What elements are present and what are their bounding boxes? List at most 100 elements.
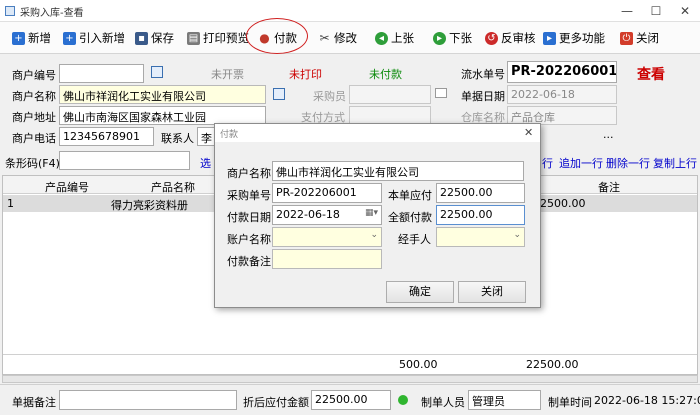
import-new-button[interactable]: + 引入新增: [63, 28, 125, 48]
total-qty: 500.00: [399, 358, 438, 371]
close-button[interactable]: ⏻ 关闭: [620, 28, 659, 48]
eraser-icon[interactable]: [435, 88, 447, 98]
cancel-button[interactable]: 关闭: [458, 281, 526, 303]
append-row-link[interactable]: 追加一行: [559, 155, 603, 171]
window-title: 采购入库-查看: [20, 8, 84, 19]
more-label: 更多功能: [559, 31, 605, 45]
horizontal-scrollbar[interactable]: [2, 375, 698, 383]
import-new-label: 引入新增: [79, 31, 125, 45]
maker-input: 管理员: [468, 390, 541, 410]
dialog-handler-select[interactable]: ⌄: [436, 227, 525, 247]
col-product-name: 产品名称: [151, 181, 195, 194]
minimize-button[interactable]: —: [616, 2, 638, 20]
address-label: 商户地址: [12, 111, 56, 124]
new-button[interactable]: + 新增: [12, 28, 51, 48]
vendor-name-input[interactable]: 佛山市祥润化工实业有限公司: [59, 85, 266, 104]
arrow-right-icon: ▸: [433, 31, 446, 45]
dialog-remark-input[interactable]: [272, 249, 382, 269]
app-icon: [5, 6, 15, 16]
chevron-down-icon: ⌄: [513, 230, 521, 240]
copy-row-link[interactable]: 复制上行: [653, 155, 697, 171]
note-label: 单据备注: [12, 396, 56, 409]
buyer-label: 采购员: [313, 90, 346, 103]
more-ellipsis[interactable]: ...: [603, 128, 614, 141]
floppy-icon: ▪: [135, 31, 148, 45]
close-window-button[interactable]: ✕: [674, 2, 696, 20]
phone-input[interactable]: 12345678901: [59, 127, 154, 146]
ok-button[interactable]: 确定: [386, 281, 454, 303]
power-icon: ⏻: [620, 31, 633, 45]
row-product-name: 得力亮彩资料册: [111, 199, 188, 212]
doc-date-label: 单据日期: [461, 90, 505, 103]
status-dot-icon: [398, 395, 408, 405]
select-link[interactable]: 选: [200, 155, 211, 171]
pay-status: 未付款: [369, 68, 402, 81]
unaudit-icon: ↺: [485, 31, 498, 45]
col-note: 备注: [598, 181, 620, 194]
dialog-po-label: 采购单号: [227, 189, 271, 202]
vendor-name-label: 商户名称: [12, 90, 56, 103]
serial-label: 流水单号: [461, 68, 505, 81]
discount-input: 22500.00: [311, 390, 391, 410]
edit-label: 修改: [334, 31, 357, 45]
maximize-button[interactable]: ☐: [645, 2, 667, 20]
dialog-handler-label: 经手人: [398, 233, 431, 246]
new-label: 新增: [28, 31, 51, 45]
dialog-title: 付款: [220, 130, 239, 140]
barcode-input[interactable]: [59, 151, 190, 170]
plus-icon: +: [63, 31, 76, 45]
title-bar: 采购入库-查看 — ☐ ✕: [0, 0, 700, 22]
buyer-select[interactable]: [349, 85, 431, 104]
save-label: 保存: [151, 31, 174, 45]
lookup-icon[interactable]: [273, 88, 285, 100]
unaudit-button[interactable]: ↺ 反审核: [485, 28, 536, 48]
prev-button[interactable]: ◂ 上张: [375, 28, 414, 48]
payment-dialog: 付款 ✕ 商户名称 佛山市祥润化工实业有限公司 采购单号 PR-20220600…: [214, 123, 541, 308]
dialog-date-value: 2022-06-18: [276, 208, 340, 221]
prev-label: 上张: [391, 31, 414, 45]
dialog-po-input: PR-202206001: [272, 183, 382, 203]
time-value: 2022-06-18 15:27:04: [594, 394, 700, 407]
arrow-left-icon: ◂: [375, 31, 388, 45]
col-product-code: 产品编号: [45, 181, 89, 194]
more-icon: ▸: [543, 31, 556, 45]
row-link[interactable]: 行: [542, 155, 553, 171]
delete-row-link[interactable]: 删除一行: [606, 155, 650, 171]
coins-icon: ●: [259, 31, 270, 45]
dialog-full-input[interactable]: 22500.00: [436, 205, 525, 225]
dialog-close-icon[interactable]: ✕: [524, 126, 533, 139]
print-preview-label: 打印预览: [203, 31, 249, 45]
toolbar: + 新增 + 引入新增 ▪ 保存 ▤ 打印预览 ● 付款 ✂ 修改 ◂ 上张 ▸…: [0, 18, 700, 54]
doc-date-input[interactable]: 2022-06-18: [507, 85, 617, 104]
next-button[interactable]: ▸ 下张: [433, 28, 472, 48]
row-number: 1: [7, 197, 14, 210]
dialog-account-select[interactable]: ⌄: [272, 227, 382, 247]
view-mark: 查看: [637, 67, 665, 83]
dialog-vendor-input: 佛山市祥润化工实业有限公司: [272, 161, 524, 181]
next-label: 下张: [449, 31, 472, 45]
lookup-icon[interactable]: [151, 66, 163, 78]
dialog-due-input: 22500.00: [436, 183, 525, 203]
calendar-icon[interactable]: ▦▾: [365, 208, 378, 218]
vendor-code-input[interactable]: [59, 64, 144, 83]
dialog-vendor-label: 商户名称: [227, 167, 271, 180]
close-label: 关闭: [636, 31, 659, 45]
print-preview-button[interactable]: ▤ 打印预览: [187, 28, 249, 48]
pay-button[interactable]: ● 付款: [258, 28, 297, 48]
vendor-code-label: 商户编号: [12, 69, 56, 82]
chevron-down-icon: ⌄: [370, 230, 378, 240]
print-status: 未打印: [289, 68, 322, 81]
time-label: 制单时间: [548, 396, 592, 409]
contact-label: 联系人: [161, 132, 194, 145]
status-bar: 单据备注 折后应付金额 22500.00 制单人员 管理员 制单时间 2022-…: [0, 384, 700, 415]
phone-label: 商户电话: [12, 132, 56, 145]
barcode-label: 条形码(F4): [5, 157, 60, 170]
more-button[interactable]: ▸ 更多功能: [543, 28, 605, 48]
note-input[interactable]: [59, 390, 237, 410]
edit-button[interactable]: ✂ 修改: [318, 28, 357, 48]
save-button[interactable]: ▪ 保存: [135, 28, 174, 48]
dialog-account-label: 账户名称: [227, 233, 271, 246]
serial-input: PR-202206001: [507, 61, 617, 83]
dialog-date-input[interactable]: 2022-06-18 ▦▾: [272, 205, 382, 225]
dialog-due-label: 本单应付: [388, 189, 432, 202]
